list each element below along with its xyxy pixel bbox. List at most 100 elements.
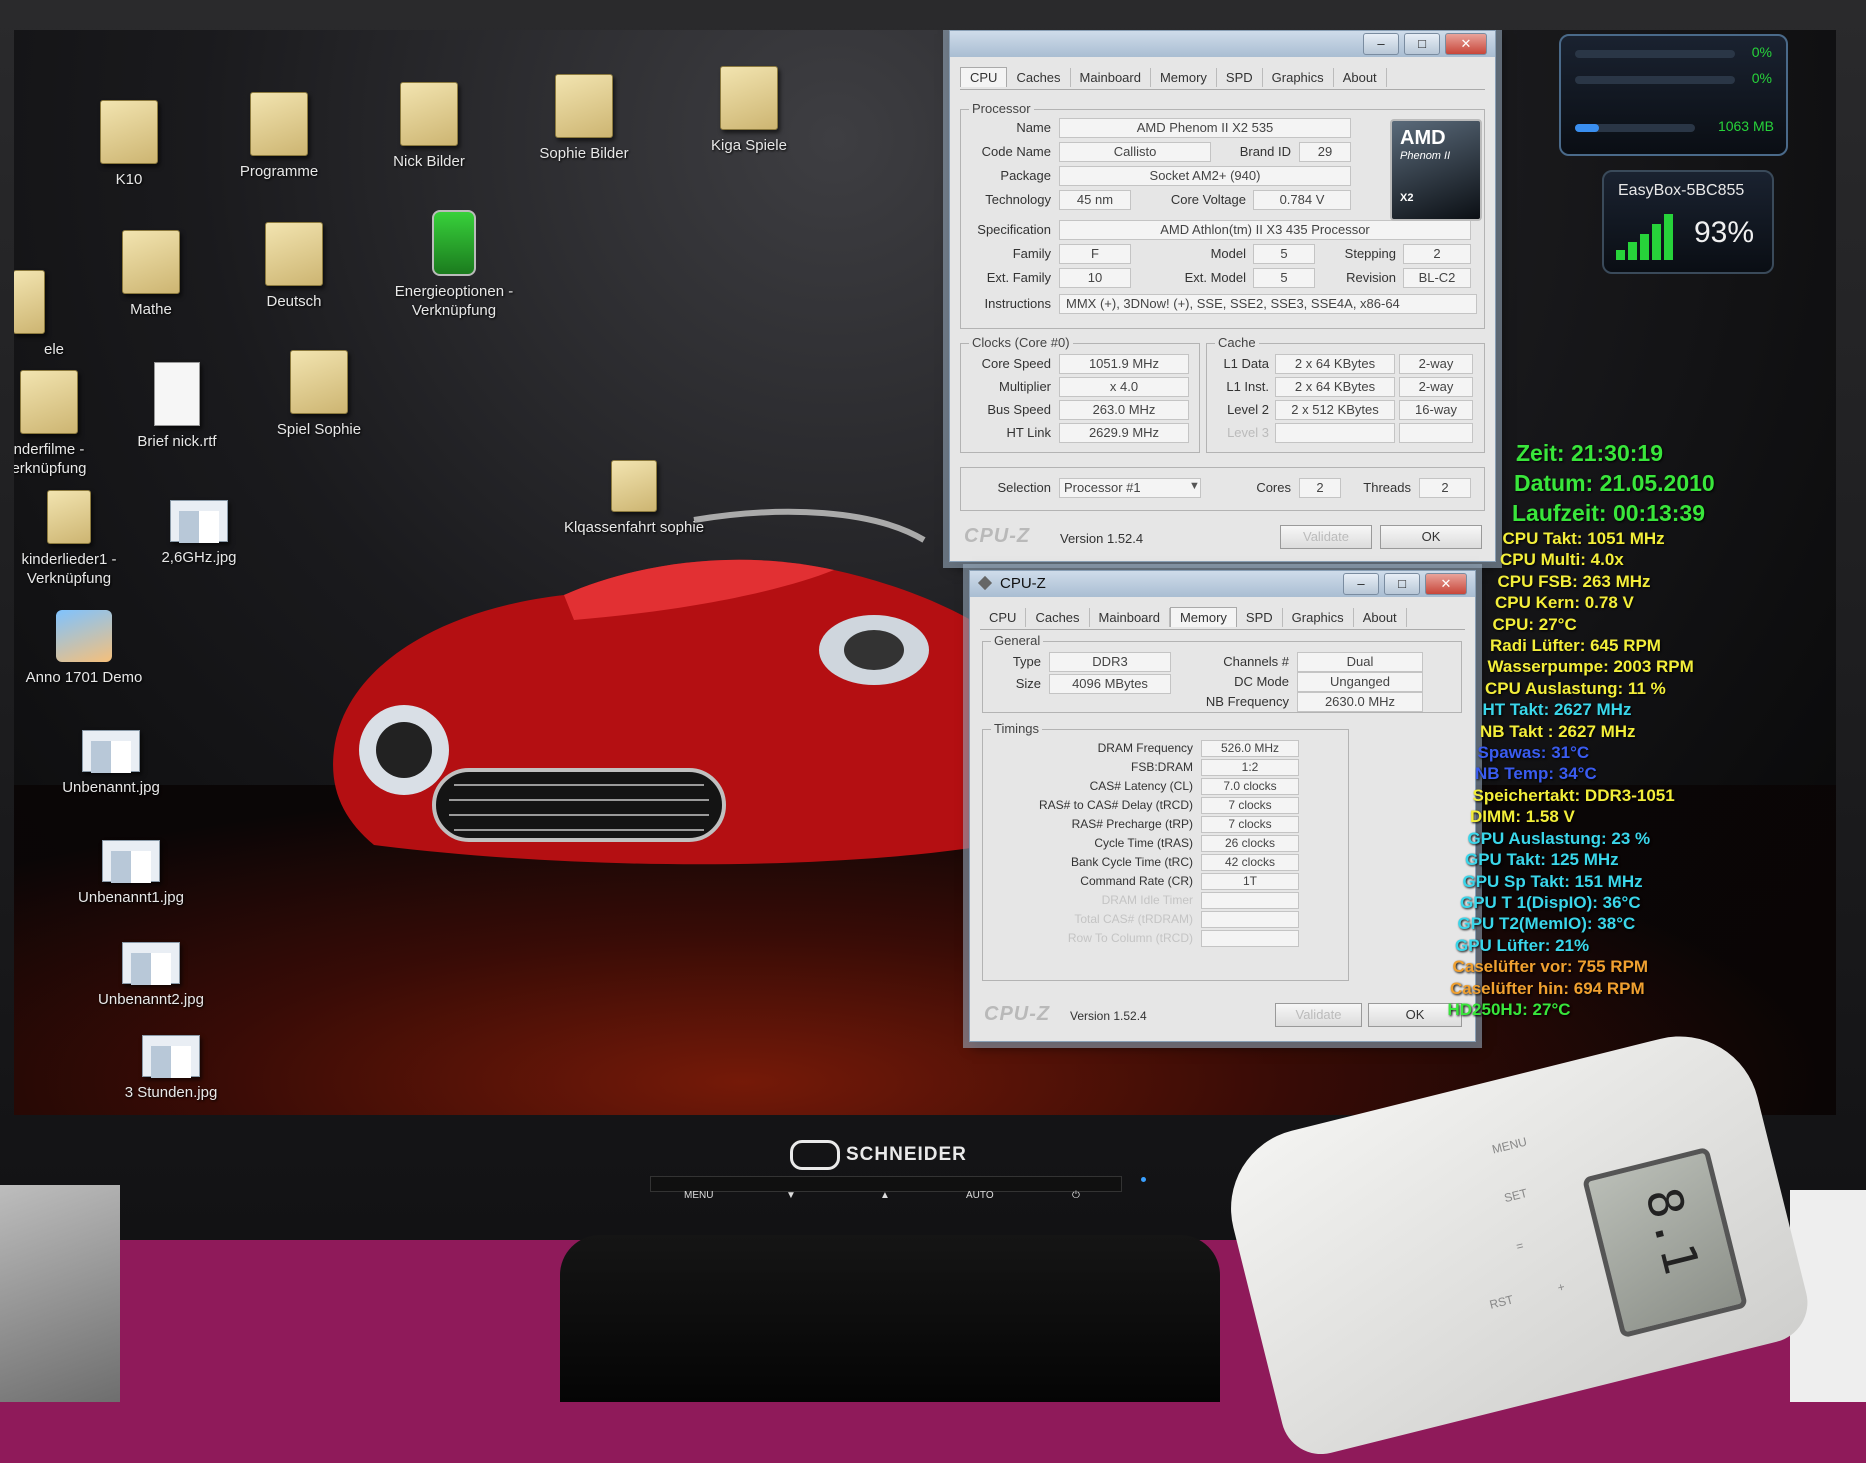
tab-caches[interactable]: Caches	[1007, 68, 1071, 87]
processor-select[interactable]: Processor #1	[1059, 478, 1201, 498]
desktop-icon-brief-nick[interactable]: Brief nick.rtf	[102, 362, 252, 451]
desktop-icon-unbenannt[interactable]: Unbenannt.jpg	[36, 730, 186, 797]
channels-value: Dual	[1297, 652, 1423, 672]
timing-label: RAS# Precharge (tRP)	[1071, 817, 1193, 831]
tab-mainboard[interactable]: Mainboard	[1090, 608, 1170, 627]
level2-value: 2 x 512 KBytes	[1275, 400, 1395, 420]
monitor-auto-button[interactable]: AUTO	[966, 1190, 994, 1201]
package-label: Package	[1000, 168, 1051, 183]
tab-mainboard[interactable]: Mainboard	[1071, 68, 1151, 87]
desktop-icon-partial[interactable]: ele	[14, 270, 104, 359]
instructions-label: Instructions	[984, 296, 1051, 311]
desktop-icon-k10[interactable]: K10	[54, 100, 204, 189]
close-button[interactable]: ✕	[1445, 33, 1487, 55]
memory-value: 1063 MB	[1717, 118, 1774, 134]
threads-value: 2	[1419, 478, 1471, 498]
monitor-menu-button[interactable]: MENU	[684, 1190, 713, 1201]
group-label: Processor	[969, 101, 1034, 116]
sensor-line: Radi Lüfter: 645 RPM	[1490, 636, 1661, 656]
tab-cpu[interactable]: CPU	[960, 67, 1008, 87]
window-title: CPU-Z	[1000, 575, 1046, 592]
level3-value	[1275, 423, 1395, 443]
icon-label: Sophie Bilder	[539, 145, 629, 162]
tab-memory[interactable]: Memory	[1169, 607, 1237, 627]
tab-graphics[interactable]: Graphics	[1283, 608, 1354, 627]
tab-spd[interactable]: SPD	[1237, 608, 1283, 627]
validate-button[interactable]: Validate	[1280, 525, 1372, 549]
cpuz-memory-titlebar[interactable]: CPU-Z – □ ✕	[970, 571, 1475, 597]
desktop-icon-kinderfilme[interactable]: nderfilme - erknüpfung	[14, 370, 124, 478]
tab-caches[interactable]: Caches	[1026, 608, 1090, 627]
timing-label: Row To Column (tRCD)	[1067, 931, 1193, 945]
ok-button[interactable]: OK	[1380, 525, 1482, 549]
cpuz-cpu-titlebar[interactable]: – □ ✕	[950, 31, 1495, 57]
desktop-icon-kiga-spiele[interactable]: Kiga Spiele	[674, 66, 824, 155]
monitor-stand	[560, 1235, 1220, 1402]
timing-label: DRAM Idle Timer	[1101, 893, 1193, 907]
icon-label: Spiel Sophie	[276, 421, 362, 438]
tab-spd[interactable]: SPD	[1217, 68, 1263, 87]
tab-about[interactable]: About	[1334, 68, 1387, 87]
sensor-line: CPU Takt: 1051 MHz	[1502, 529, 1665, 548]
icon-label: K10	[115, 171, 143, 188]
monitor-power-button[interactable]: ⏻	[1072, 1190, 1080, 1201]
cpuz-cpu-window[interactable]: – □ ✕ CPU Caches Mainboard Memory SPD Graphic…	[949, 30, 1496, 562]
minimize-button[interactable]: –	[1363, 33, 1399, 55]
close-button[interactable]: ✕	[1425, 573, 1467, 595]
cpuz-memory-window[interactable]: CPU-Z – □ ✕ CPU Caches Mainboard Memory SPD G…	[969, 570, 1476, 1042]
level2-way: 16-way	[1399, 400, 1473, 420]
sensor-line: DIMM: 1.58 V	[1470, 807, 1575, 827]
type-label: Type	[1012, 654, 1041, 669]
monitor-down-button[interactable]: ▼	[786, 1190, 796, 1201]
desktop-icon-2-6ghz[interactable]: 2,6GHz.jpg	[124, 500, 274, 567]
timing-value	[1201, 911, 1299, 928]
chevron-down-icon[interactable]: ▼	[1189, 480, 1200, 492]
brand-id-label: Brand ID	[1239, 144, 1291, 159]
meter-value-2: 0%	[1751, 70, 1772, 86]
timing-value: 7 clocks	[1201, 816, 1299, 833]
tab-about[interactable]: About	[1354, 608, 1407, 627]
version-text: Version 1.52.4	[1070, 1009, 1147, 1023]
desktop-icon-unbenannt1[interactable]: Unbenannt1.jpg	[56, 840, 206, 907]
desktop-icon-klassenfahrt[interactable]: Klqassenfahrt sophie	[544, 460, 724, 537]
tab-memory[interactable]: Memory	[1151, 68, 1217, 87]
maximize-button[interactable]: □	[1384, 573, 1420, 595]
version-text: Version 1.52.4	[1060, 531, 1144, 546]
desktop-icon-sophie-bilder[interactable]: Sophie Bilder	[509, 74, 659, 163]
folder-icon	[14, 270, 45, 334]
timing-value	[1201, 930, 1299, 947]
monitor-brand: SCHNEIDER	[790, 1140, 967, 1170]
desktop-icon-programme[interactable]: Programme	[204, 92, 354, 181]
validate-button[interactable]: Validate	[1275, 1003, 1362, 1027]
tab-graphics[interactable]: Graphics	[1263, 68, 1334, 87]
signal-bars-icon	[1616, 214, 1673, 260]
desktop-icon-energieoptionen[interactable]: Energieoptionen - Verknüpfung	[364, 210, 544, 320]
tab-cpu[interactable]: CPU	[980, 608, 1027, 627]
nb-frequency-label: NB Frequency	[1205, 694, 1289, 709]
icon-label: 3 Stunden.jpg	[124, 1084, 218, 1101]
group-label: Timings	[991, 721, 1043, 736]
cores-value: 2	[1299, 478, 1341, 498]
desktop-icon-nick-bilder[interactable]: Nick Bilder	[354, 82, 504, 171]
sensor-line: Spawas: 31°C	[1477, 743, 1590, 763]
level3-label: Level 3	[1227, 425, 1269, 440]
desktop-icon-unbenannt2[interactable]: Unbenannt2.jpg	[76, 942, 226, 1009]
channels-label: Channels #	[1223, 654, 1289, 669]
wifi-signal: 93%	[1694, 216, 1755, 249]
desktop-icon-3-stunden[interactable]: 3 Stunden.jpg	[96, 1035, 246, 1102]
monitor-up-button[interactable]: ▲	[880, 1190, 890, 1201]
meter-value-1: 0%	[1751, 44, 1772, 60]
minimize-button[interactable]: –	[1343, 573, 1379, 595]
timing-label: CAS# Latency (CL)	[1089, 779, 1193, 793]
size-label: Size	[1015, 676, 1041, 691]
desktop-icon-anno-1701[interactable]: Anno 1701 Demo	[14, 610, 159, 687]
image-file-icon	[170, 500, 228, 542]
maximize-button[interactable]: □	[1404, 33, 1440, 55]
name-label: Name	[1016, 120, 1051, 135]
desktop-icon-spiel-sophie[interactable]: Spiel Sophie	[244, 350, 394, 439]
instructions-value: MMX (+), 3DNow! (+), SSE, SSE2, SSE3, SS…	[1059, 294, 1477, 314]
meter-bar-1	[1575, 50, 1735, 58]
group-label: General	[991, 633, 1044, 648]
desktop-icon-deutsch[interactable]: Deutsch	[219, 222, 369, 311]
general-group: General Type DDR3 Size 4096 MBytes Chann…	[982, 633, 1462, 713]
